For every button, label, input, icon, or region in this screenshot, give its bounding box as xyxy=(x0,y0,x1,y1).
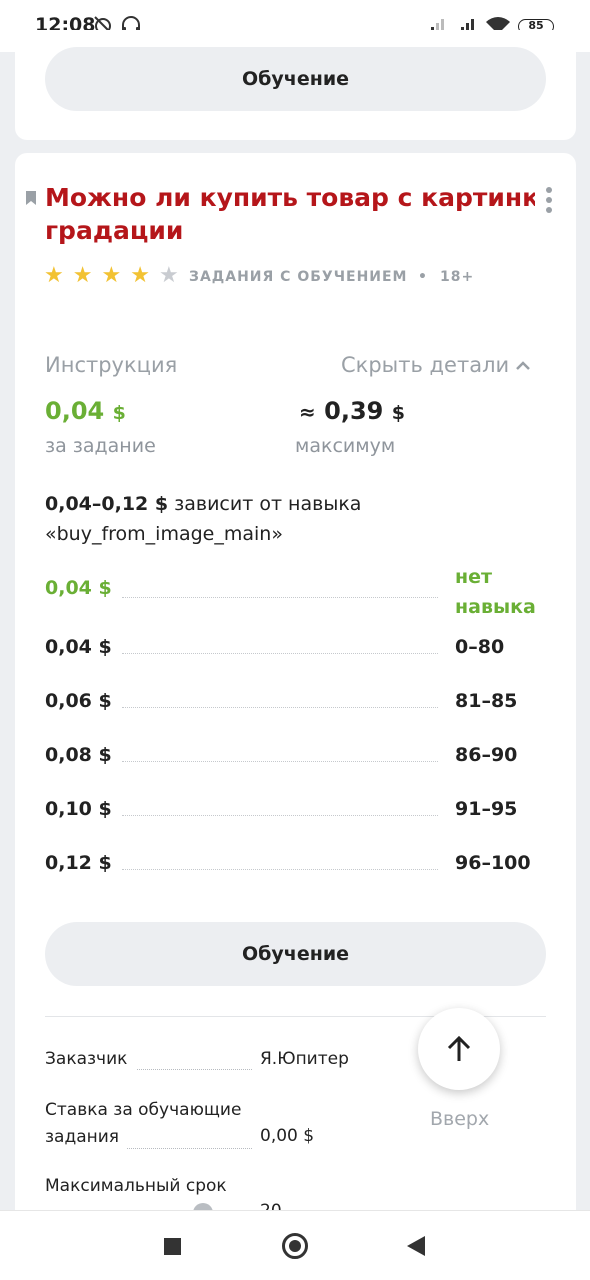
star-icon: ★ xyxy=(72,263,94,288)
rate-leader-dots xyxy=(122,653,438,654)
price-range: 0,04–0,12 $ xyxy=(45,493,169,515)
meta-separator: • xyxy=(418,269,428,285)
info-leader-dots xyxy=(137,1069,252,1070)
price-currency: $ xyxy=(112,402,126,424)
max-term-label: Максимальный срок xyxy=(45,1176,227,1196)
rate-price: 0,04 $ xyxy=(45,636,112,658)
rate-range: 81–85 xyxy=(455,690,518,712)
customer-value: Я.Юпитер xyxy=(260,1049,349,1069)
price-per-task: 0,04 $ xyxy=(45,397,126,425)
task-title-line-1: Можно ли купить товар с картинки – 4 xyxy=(45,183,535,212)
rate-range: 91–95 xyxy=(455,798,518,820)
rate-price: 0,08 $ xyxy=(45,744,112,766)
rate-row: 0,12 $ 96–100 xyxy=(45,852,535,882)
price-value: 0,04 xyxy=(45,397,105,425)
max-value: 0,39 xyxy=(324,397,384,425)
age-limit-label: 18+ xyxy=(440,269,475,285)
rate-row: 0,08 $ 86–90 xyxy=(45,744,535,774)
rate-range: 96–100 xyxy=(455,852,531,874)
star-empty-icon: ★ xyxy=(158,263,180,288)
chevron-up-icon[interactable] xyxy=(515,359,531,371)
back-icon[interactable] xyxy=(406,1235,426,1257)
arrow-up-icon xyxy=(447,1035,471,1061)
previous-task-card: Обучение xyxy=(15,30,576,140)
approx-sign: ≈ xyxy=(299,400,316,424)
scroll-up-button[interactable] xyxy=(418,1008,500,1090)
rate-price: 0,10 $ xyxy=(45,798,112,820)
max-currency: $ xyxy=(391,402,405,424)
max-caption: максимум xyxy=(295,435,396,457)
task-card: Можно ли купить товар с картинки – 4 гра… xyxy=(15,153,576,1253)
rate-row: 0,04 $ 0–80 xyxy=(45,636,535,666)
task-type-label: ЗАДАНИЯ С ОБУЧЕНИЕМ xyxy=(189,269,408,285)
rate-range: 0–80 xyxy=(455,636,505,658)
more-options-icon[interactable] xyxy=(543,187,555,217)
star-icon: ★ xyxy=(44,263,65,288)
rate-leader-dots xyxy=(122,597,438,598)
rate-leader-dots xyxy=(122,815,438,816)
rate-row: 0,06 $ 81–85 xyxy=(45,690,535,720)
rate-leader-dots xyxy=(122,707,438,708)
system-nav-bar xyxy=(0,1210,590,1280)
rate-range: 86–90 xyxy=(455,744,518,766)
customer-label: Заказчик xyxy=(45,1049,128,1069)
rate-row: 0,10 $ 91–95 xyxy=(45,798,535,828)
instruction-link[interactable]: Инструкция xyxy=(45,353,177,377)
price-caption: за задание xyxy=(45,435,156,457)
rate-price: 0,12 $ xyxy=(45,852,112,874)
rate-leader-dots xyxy=(122,761,438,762)
rate-leader-dots xyxy=(122,869,438,870)
star-icon: ★ xyxy=(101,263,123,288)
task-title-line-2: градации xyxy=(45,216,184,245)
training-button-top[interactable]: Обучение xyxy=(45,47,546,111)
info-leader-dots xyxy=(127,1148,252,1149)
training-button[interactable]: Обучение xyxy=(45,922,546,986)
rate-price: 0,04 $ xyxy=(45,577,112,599)
rate-range: нет навыка xyxy=(455,566,536,618)
rate-row: 0,04 $ нет навыка xyxy=(45,566,536,637)
home-icon[interactable] xyxy=(282,1233,308,1259)
bookmark-icon[interactable] xyxy=(25,190,37,206)
max-earning: ≈ 0,39 $ xyxy=(299,397,405,425)
skill-dependency-text: 0,04–0,12 $ зависит от навыка «buy_from_… xyxy=(45,489,525,549)
rate-price: 0,06 $ xyxy=(45,690,112,712)
scroll-up-label[interactable]: Вверх xyxy=(430,1108,489,1130)
hide-details-link[interactable]: Скрыть детали xyxy=(341,353,509,377)
training-rate-value: 0,00 $ xyxy=(260,1126,315,1146)
training-rate-label: Ставка за обучающие задания xyxy=(45,1100,242,1147)
recent-apps-icon[interactable] xyxy=(164,1238,181,1255)
star-icon: ★ xyxy=(130,263,151,288)
rating-stars: ★ ★ ★ ★ ★ xyxy=(44,263,180,288)
